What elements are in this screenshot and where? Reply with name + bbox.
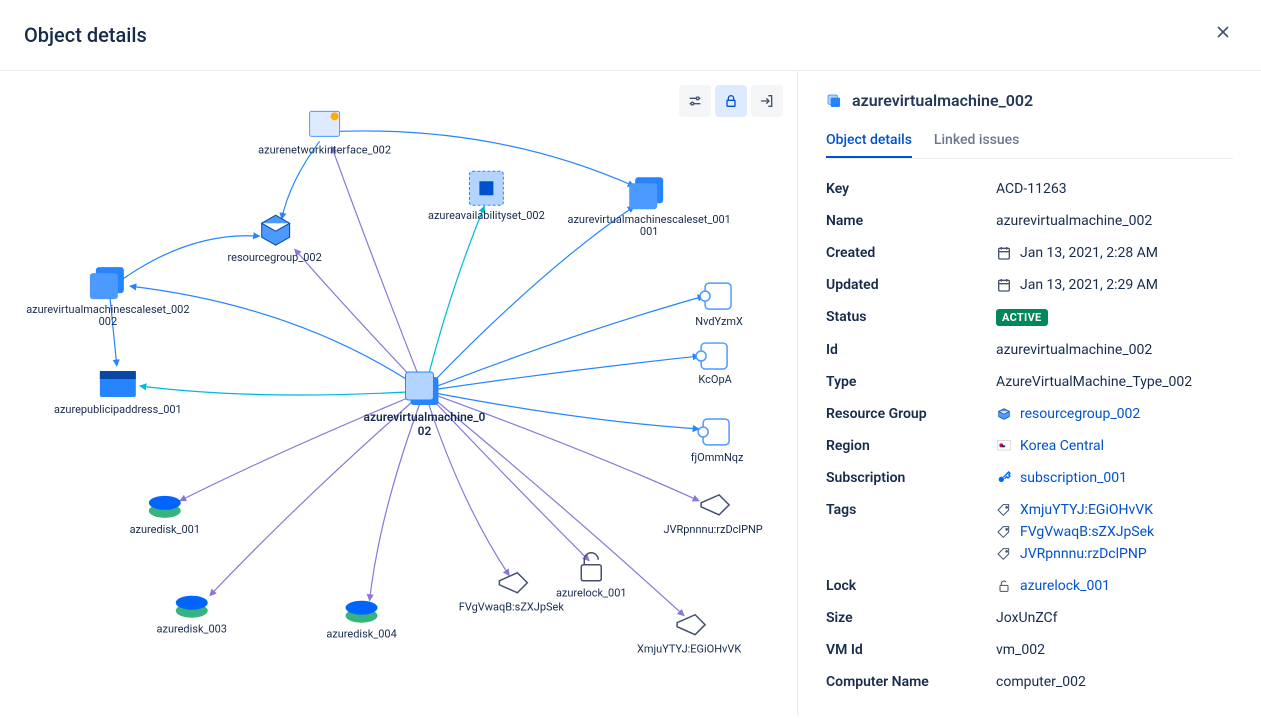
node-vmss2[interactable]: azurevirtualmachinescaleset_002 002 bbox=[26, 267, 189, 328]
node-disk4[interactable]: azuredisk_004 bbox=[326, 601, 396, 641]
details-panel: azurevirtualmachine_002 Object details L… bbox=[798, 71, 1261, 715]
attr-name-value: azurevirtualmachine_002 bbox=[996, 213, 1152, 229]
attr-computer-name: Computer Name computer_002 bbox=[826, 666, 1233, 698]
flag-icon bbox=[996, 438, 1012, 454]
attr-updated-value: Jan 13, 2021, 2:29 AM bbox=[1020, 277, 1158, 293]
attr-region-link[interactable]: Korea Central bbox=[1020, 438, 1104, 454]
tab-linked-issues[interactable]: Linked issues bbox=[934, 124, 1019, 158]
key-icon bbox=[996, 470, 1012, 486]
node-tag-jvr[interactable]: JVRpnnnu:rzDclPNP bbox=[663, 495, 762, 536]
modal-header: Object details bbox=[0, 0, 1261, 70]
graph-toolbar bbox=[679, 85, 783, 117]
node-label: azuredisk_001 bbox=[130, 523, 200, 536]
close-icon bbox=[1213, 25, 1233, 47]
object-title: azurevirtualmachine_002 bbox=[852, 91, 1033, 110]
attr-rg-link[interactable]: resourcegroup_002 bbox=[1020, 406, 1140, 422]
graph-settings-button[interactable] bbox=[679, 85, 711, 117]
tab-object-details[interactable]: Object details bbox=[826, 124, 912, 158]
node-label: KcOpA bbox=[698, 373, 732, 386]
node-lock[interactable]: azurelock_001 bbox=[556, 553, 627, 600]
node-disk3[interactable]: azuredisk_003 bbox=[157, 596, 227, 636]
node-label: fjOmmNqz bbox=[691, 451, 744, 464]
node-availabilityset[interactable]: azureavailabilityset_002 bbox=[428, 171, 545, 222]
lock-icon bbox=[723, 93, 739, 109]
node-publicip[interactable]: azurepublicipaddress_001 bbox=[54, 371, 182, 416]
attr-created-value: Jan 13, 2021, 2:28 AM bbox=[1020, 245, 1158, 261]
node-kco[interactable]: KcOpA bbox=[696, 343, 732, 386]
node-label: azuredisk_003 bbox=[157, 623, 227, 636]
attr-id-value: azurevirtualmachine_002 bbox=[996, 342, 1152, 358]
node-disk1[interactable]: azuredisk_001 bbox=[130, 496, 200, 536]
svg-text:001: 001 bbox=[640, 225, 658, 238]
node-label: NvdYzmX bbox=[695, 315, 743, 328]
attr-updated: Updated Jan 13, 2021, 2:29 AM bbox=[826, 269, 1233, 301]
tag-link-1[interactable]: XmjuYTYJ:EGiOHvVK bbox=[1020, 502, 1153, 518]
node-vmss1[interactable]: azurevirtualmachinescaleset_001 001 bbox=[568, 177, 731, 238]
tag-icon bbox=[996, 546, 1012, 562]
node-center[interactable]: azurevirtualmachine_0 02 bbox=[364, 372, 486, 438]
node-label: JVRpnnnu:rzDclPNP bbox=[663, 523, 762, 536]
tag-icon bbox=[996, 502, 1012, 518]
graph-lock-button[interactable] bbox=[715, 85, 747, 117]
graph-pane: azurevirtualmachine_0 02 azurenetworkint… bbox=[0, 71, 798, 715]
unlock-icon bbox=[996, 578, 1012, 594]
node-label: azureavailabilityset_002 bbox=[428, 209, 545, 222]
content: azurevirtualmachine_0 02 azurenetworkint… bbox=[0, 71, 1261, 715]
attr-cn-value: computer_002 bbox=[996, 674, 1086, 690]
page-title: Object details bbox=[24, 23, 147, 47]
tag-link-3[interactable]: JVRpnnnu:rzDclPNP bbox=[1020, 546, 1147, 562]
node-label: resourcegroup_002 bbox=[228, 251, 322, 264]
cube-icon bbox=[996, 406, 1012, 422]
attr-lock-link[interactable]: azurelock_001 bbox=[1020, 578, 1110, 594]
attr-lock: Lock azurelock_001 bbox=[826, 570, 1233, 602]
attr-type-value: AzureVirtualMachine_Type_002 bbox=[996, 374, 1192, 390]
relationship-graph[interactable]: azurevirtualmachine_0 02 azurenetworkint… bbox=[0, 71, 797, 715]
attr-status: Status ACTIVE bbox=[826, 301, 1233, 334]
attr-subscription: Subscription subscription_001 bbox=[826, 462, 1233, 494]
attr-type: Type AzureVirtualMachine_Type_002 bbox=[826, 366, 1233, 398]
calendar-icon bbox=[996, 245, 1012, 261]
attr-resourcegroup: Resource Group resourcegroup_002 bbox=[826, 398, 1233, 430]
node-label: azuredisk_004 bbox=[326, 628, 396, 641]
attr-size-value: JoxUnZCf bbox=[996, 610, 1058, 626]
svg-text:002: 002 bbox=[99, 315, 118, 328]
status-badge: ACTIVE bbox=[996, 309, 1048, 326]
attr-key-value: ACD-11263 bbox=[996, 181, 1067, 197]
calendar-icon bbox=[996, 277, 1012, 293]
tag-icon bbox=[996, 524, 1012, 540]
node-label: azurenetworkinterface_002 bbox=[258, 143, 391, 156]
node-label: azurepublicipaddress_001 bbox=[54, 403, 182, 416]
sliders-icon bbox=[687, 93, 703, 109]
attr-vmid: VM Id vm_002 bbox=[826, 634, 1233, 666]
attr-region: Region Korea Central bbox=[826, 430, 1233, 462]
close-button[interactable] bbox=[1209, 18, 1237, 52]
attr-name: Name azurevirtualmachine_002 bbox=[826, 205, 1233, 237]
node-label: XmjuYTYJ:EGiOHvVK bbox=[637, 643, 741, 656]
attr-tags: Tags XmjuYTYJ:EGiOHvVK FVgVwaqB:sZXJpSek… bbox=[826, 494, 1233, 570]
node-label: azurelock_001 bbox=[556, 587, 627, 600]
tag-link-2[interactable]: FVgVwaqB:sZXJpSek bbox=[1020, 524, 1154, 540]
node-nvd[interactable]: NvdYzmX bbox=[695, 283, 743, 328]
node-fjo[interactable]: fjOmmNqz bbox=[691, 419, 744, 464]
attr-vmid-value: vm_002 bbox=[996, 642, 1045, 658]
vm-icon bbox=[826, 93, 842, 109]
object-header: azurevirtualmachine_002 bbox=[826, 91, 1233, 110]
attr-size: Size JoxUnZCf bbox=[826, 602, 1233, 634]
attr-created: Created Jan 13, 2021, 2:28 AM bbox=[826, 237, 1233, 269]
attr-id: Id azurevirtualmachine_002 bbox=[826, 334, 1233, 366]
node-center-label: azurevirtualmachine_0 bbox=[364, 410, 486, 424]
node-resourcegroup[interactable]: resourcegroup_002 bbox=[228, 215, 322, 264]
node-tag-xmj[interactable]: XmjuYTYJ:EGiOHvVK bbox=[637, 615, 741, 656]
node-networkinterface[interactable]: azurenetworkinterface_002 bbox=[258, 111, 391, 156]
attr-key: Key ACD-11263 bbox=[826, 173, 1233, 205]
svg-text:02: 02 bbox=[418, 424, 432, 438]
tabs: Object details Linked issues bbox=[826, 124, 1233, 159]
exit-icon bbox=[759, 93, 775, 109]
node-label: FVgVwaqB:sZXJpSek bbox=[459, 601, 565, 614]
node-tag-fvg[interactable]: FVgVwaqB:sZXJpSek bbox=[459, 573, 565, 614]
attr-sub-link[interactable]: subscription_001 bbox=[1020, 470, 1127, 486]
graph-exit-button[interactable] bbox=[751, 85, 783, 117]
